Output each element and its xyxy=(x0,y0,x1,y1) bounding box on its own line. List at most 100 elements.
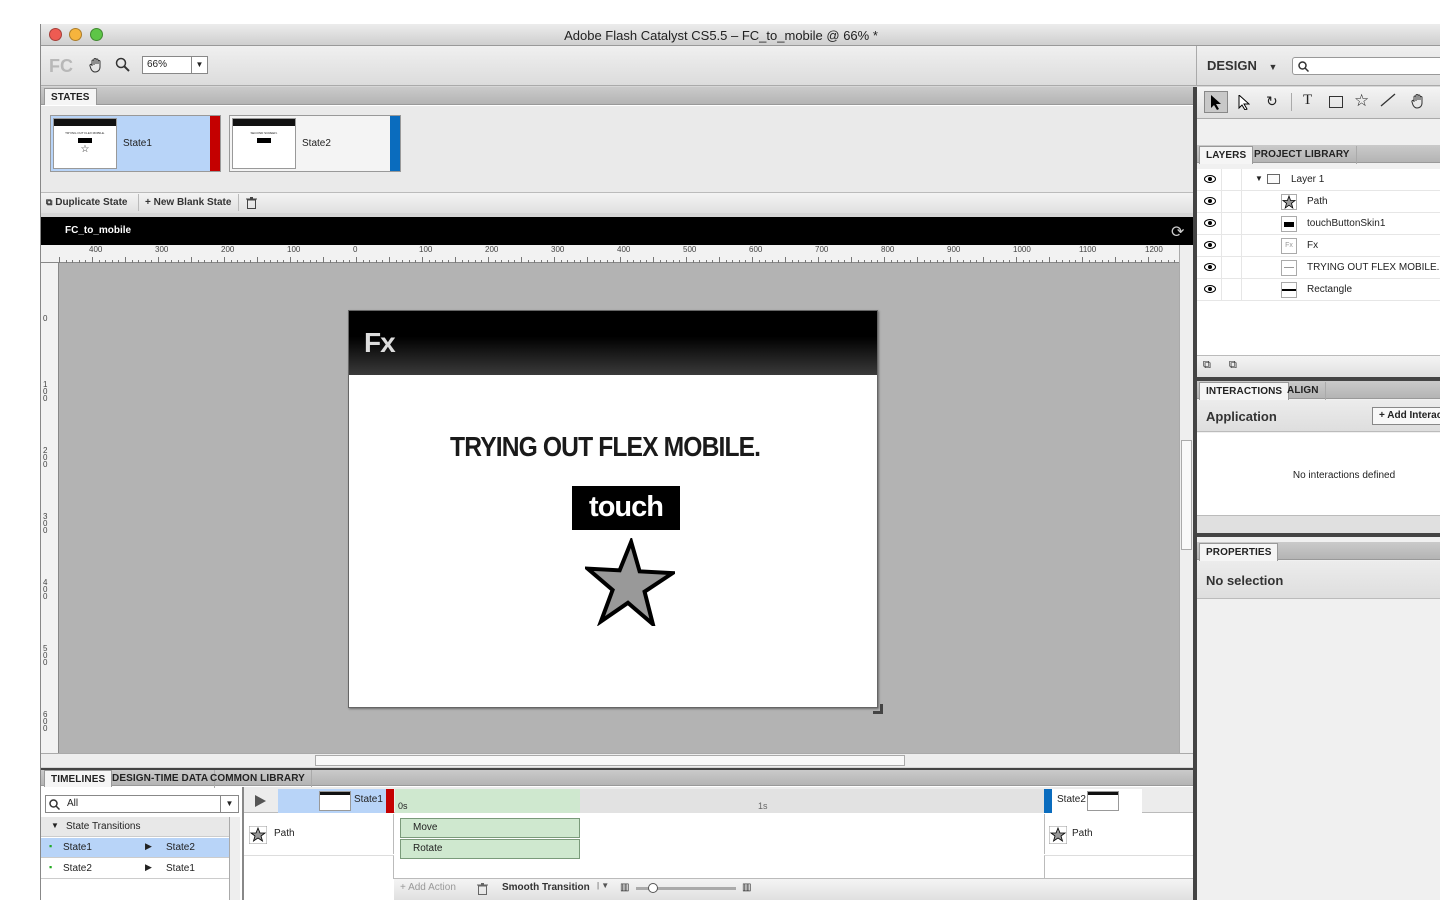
timeline-zoom-slider[interactable] xyxy=(636,883,736,893)
play-icon[interactable] xyxy=(253,794,267,808)
move-action[interactable]: Move xyxy=(400,818,580,838)
layer-row-fx[interactable]: Fx Fx xyxy=(1197,235,1440,257)
state-card-state1[interactable]: TRYING OUT FLEX MOBILE. ☆ State1 xyxy=(50,115,221,172)
title-bar: Adobe Flash Catalyst CS5.5 – FC_to_mobil… xyxy=(41,24,1440,46)
direct-selection-tool-icon[interactable] xyxy=(1237,94,1251,110)
chevron-down-icon[interactable]: | ▼ xyxy=(597,881,609,890)
eye-icon[interactable] xyxy=(1204,262,1216,272)
fx-logo: Fx xyxy=(364,327,396,358)
eye-icon[interactable] xyxy=(1204,240,1216,250)
transition-filter[interactable]: All ▼ xyxy=(45,795,239,813)
selection-tool-icon[interactable] xyxy=(1204,91,1228,113)
new-blank-state-button[interactable]: + New Blank State xyxy=(145,197,231,208)
tab-design-time-data[interactable]: DESIGN-TIME DATA xyxy=(106,770,216,788)
hand-tool-icon[interactable] xyxy=(1410,93,1426,112)
scrollbar-thumb[interactable] xyxy=(315,755,905,766)
eye-icon[interactable] xyxy=(1204,196,1216,206)
state-transitions-header[interactable]: ▼ State Transitions xyxy=(41,817,229,837)
layer-row-heading[interactable]: TRYING OUT FLEX MOBILE. xyxy=(1197,257,1440,279)
plus-icon: + xyxy=(400,882,406,893)
workspace-label: DESIGN xyxy=(1207,58,1257,73)
left-track[interactable]: Path xyxy=(244,814,394,854)
duplicate-state-button[interactable]: ⧉ Duplicate State xyxy=(46,197,127,208)
tab-interactions[interactable]: INTERACTIONS xyxy=(1199,382,1290,400)
tab-align[interactable]: ALIGN xyxy=(1281,382,1326,400)
bullet-icon: ▪ xyxy=(49,841,53,851)
zoom-tool-icon[interactable] xyxy=(114,56,132,74)
eye-icon[interactable] xyxy=(1204,218,1216,228)
start-state-block[interactable]: State1 xyxy=(278,789,386,813)
new-layer-icon[interactable]: ⧉ xyxy=(1203,359,1211,372)
triangle-down-icon[interactable]: ▼ xyxy=(1255,174,1263,183)
vertical-ruler: 0 1 0 0 2 0 0 3 0 0 4 0 0 5 0 0 6 0 0 xyxy=(41,263,59,753)
tab-timelines[interactable]: TIMELINES xyxy=(44,770,113,787)
duplicate-icon: ⧉ xyxy=(46,197,53,207)
star-icon xyxy=(1049,826,1067,844)
vertical-scrollbar[interactable] xyxy=(1179,245,1193,753)
layer-row-layer1[interactable]: ▼ Layer 1 xyxy=(1197,169,1440,191)
canvas[interactable]: Fx TRYING OUT FLEX MOBILE. touch xyxy=(59,263,1179,753)
document-tab[interactable]: FC_to_mobile xyxy=(65,225,131,236)
zoom-out-icon[interactable]: ▥ xyxy=(620,882,629,893)
button-thumbnail-icon xyxy=(1281,216,1297,232)
tools-bar: ↻ T ☆ xyxy=(1197,87,1440,119)
transition-row[interactable]: ▪ State1 ▶ State2 xyxy=(41,838,229,858)
star-icon xyxy=(249,826,267,844)
add-action-button[interactable]: + Add Action xyxy=(400,882,456,893)
state-name: State2 xyxy=(302,138,331,149)
smooth-transition-button[interactable]: Smooth Transition xyxy=(502,882,590,893)
trash-icon[interactable] xyxy=(244,196,258,210)
star-tool-icon[interactable]: ☆ xyxy=(1354,91,1369,111)
chevron-down-icon[interactable]: ▼ xyxy=(191,57,207,73)
layer-row-touch-button-skin[interactable]: touchButtonSkin1 xyxy=(1197,213,1440,235)
star-icon[interactable] xyxy=(585,538,675,626)
rotate-action[interactable]: Rotate xyxy=(400,839,580,859)
layer-row-path[interactable]: Path xyxy=(1197,191,1440,213)
refresh-icon[interactable]: ⟳ xyxy=(1171,222,1184,242)
search-input[interactable] xyxy=(1292,57,1440,75)
trash-icon[interactable] xyxy=(475,882,489,896)
resize-handle[interactable] xyxy=(873,704,883,714)
rectangle-tool-icon[interactable] xyxy=(1329,96,1343,108)
timelines-panel: TIMELINES DESIGN-TIME DATA COMMON LIBRAR… xyxy=(41,768,1193,900)
artboard[interactable]: Fx TRYING OUT FLEX MOBILE. touch xyxy=(348,310,878,708)
zoom-select[interactable]: 66% ▼ xyxy=(142,56,208,74)
workspace-switcher[interactable]: DESIGN ▼ xyxy=(1207,58,1277,73)
line-tool-icon[interactable] xyxy=(1380,92,1396,111)
text-tool-icon[interactable]: T xyxy=(1303,92,1312,109)
state-name: State1 xyxy=(123,138,152,149)
chevron-down-icon[interactable]: ▼ xyxy=(220,796,238,812)
document-tab-bar: FC_to_mobile ⟳ xyxy=(41,217,1193,245)
scrollbar-thumb[interactable] xyxy=(1181,440,1192,550)
eye-icon[interactable] xyxy=(1204,284,1216,294)
ruler-tick-label: 1100 xyxy=(1079,245,1097,254)
tab-states[interactable]: STATES xyxy=(44,88,97,105)
ruler-tick-label: 700 xyxy=(815,245,829,254)
tab-properties[interactable]: PROPERTIES xyxy=(1199,543,1279,561)
tab-project-library[interactable]: PROJECT LIBRARY xyxy=(1248,146,1357,164)
transition-row[interactable]: ▪ State2 ▶ State1 xyxy=(41,859,229,879)
list-scrollbar[interactable] xyxy=(229,817,240,900)
hand-tool-icon[interactable] xyxy=(87,56,105,74)
move-layer-icon[interactable]: ⧉ xyxy=(1229,359,1237,372)
layer-row-rectangle[interactable]: Rectangle xyxy=(1197,279,1440,301)
right-track[interactable]: Path xyxy=(1044,814,1193,854)
ruler-tick-label: 2 0 0 xyxy=(43,446,48,469)
horizontal-scrollbar[interactable] xyxy=(41,753,1193,767)
tab-layers[interactable]: LAYERS xyxy=(1199,146,1254,164)
add-interaction-button[interactable]: + Add Interac xyxy=(1372,407,1440,425)
tab-common-library[interactable]: COMMON LIBRARY xyxy=(204,770,312,788)
time-ruler[interactable]: 0s 1s xyxy=(395,789,1044,813)
rotate-tool-icon[interactable]: ↻ xyxy=(1266,93,1278,110)
plus-icon: + xyxy=(145,197,151,208)
state-thumbnail xyxy=(1087,791,1119,811)
search-icon xyxy=(49,799,60,810)
eye-icon[interactable] xyxy=(1204,174,1216,184)
zoom-value: 66% xyxy=(147,59,168,70)
state-card-state2[interactable]: SECOND SCREEN. State2 xyxy=(229,115,401,172)
window-title: Adobe Flash Catalyst CS5.5 – FC_to_mobil… xyxy=(564,28,878,43)
touch-button[interactable]: touch xyxy=(572,486,680,530)
end-state-block[interactable]: State2 xyxy=(1052,789,1142,813)
heading-text[interactable]: TRYING OUT FLEX MOBILE. xyxy=(349,431,861,463)
zoom-in-icon[interactable]: ▥ xyxy=(742,882,751,893)
